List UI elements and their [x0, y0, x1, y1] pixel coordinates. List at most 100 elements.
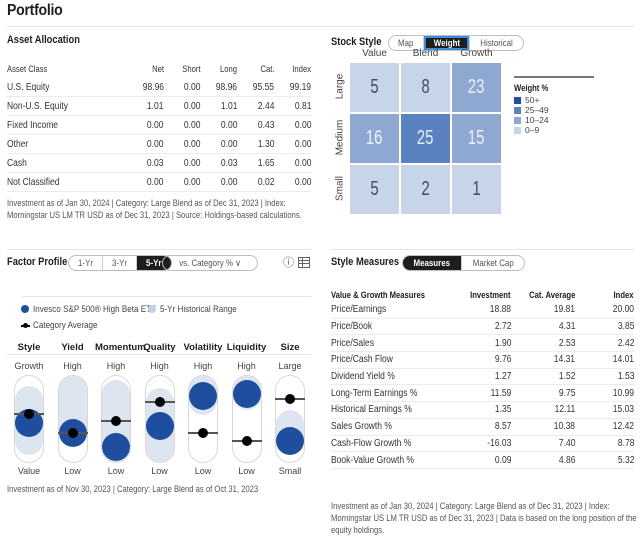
- value-cell: 1.35: [494, 404, 511, 416]
- legend-item: 25–49: [514, 105, 594, 115]
- factor-capsule: [14, 375, 44, 463]
- legend-item: 10–24: [514, 115, 594, 125]
- table-row: Other 0.00 0.00 0.00 1.30 0.00: [7, 135, 311, 154]
- factor-name: Yield: [61, 342, 84, 353]
- tab-3yr[interactable]: 3-Yr: [103, 256, 138, 270]
- value-cell: 12.42: [612, 421, 634, 433]
- value-cell: 8.78: [617, 437, 634, 449]
- tab-1yr[interactable]: 1-Yr: [69, 256, 104, 270]
- value-cell: 0.00: [294, 138, 311, 150]
- value-cell: 0.03: [147, 157, 164, 169]
- style-box-cell: 5: [350, 63, 399, 112]
- info-icon[interactable]: ⓘ: [283, 254, 294, 270]
- factor-name: Liquidity: [226, 342, 267, 353]
- value-cell: 11.59: [490, 387, 511, 399]
- style-row-label: Medium: [334, 119, 346, 155]
- category-average-marker: [67, 427, 78, 438]
- column-header: Investment: [470, 290, 511, 300]
- value-cell: 98.96: [142, 81, 164, 93]
- value-cell: 7.40: [558, 437, 575, 449]
- range-legend-label: 5-Yr Historical Range: [160, 304, 237, 315]
- table-row: Historical Earnings % 1.35 12.11 15.03: [331, 402, 634, 419]
- asset-class-cell: Non-U.S. Equity: [7, 100, 68, 112]
- factor-low-label: Low: [238, 466, 255, 476]
- value-cell: 0.00: [147, 138, 164, 150]
- value-cell: 0.00: [220, 119, 238, 131]
- legend-label: 50+: [525, 95, 540, 105]
- style-box-cell: 5: [350, 165, 399, 214]
- comparison-select[interactable]: vs. Category % ∨: [162, 255, 259, 271]
- table-row: Price/Cash Flow 9.76 14.31 14.01: [331, 352, 634, 369]
- factor-low-label: Low: [194, 466, 212, 476]
- column-header: Short: [182, 64, 201, 74]
- style-box-cell: 8: [401, 63, 450, 112]
- table-row: Cash 0.03 0.00 0.03 1.65 0.00: [7, 154, 311, 173]
- category-average-marker: [198, 427, 208, 438]
- measure-name-cell: Price/Book: [331, 321, 373, 333]
- weight-value: 16: [366, 127, 383, 149]
- value-cell: 9.75: [558, 387, 575, 399]
- table-row: Fixed Income 0.00 0.00 0.00 0.43 0.00: [7, 116, 311, 135]
- style-box-cell: 15: [452, 114, 501, 163]
- value-cell: 0.00: [294, 176, 311, 188]
- measure-name-cell: Price/Sales: [331, 337, 374, 349]
- measure-name-cell: Price/Cash Flow: [331, 354, 393, 366]
- value-cell: 0.00: [220, 138, 238, 150]
- legend-title: Weight %: [514, 83, 549, 93]
- table-row: Long-Term Earnings % 11.59 9.75 10.99: [331, 385, 634, 403]
- value-cell: 15.03: [612, 404, 634, 416]
- fund-legend-icon: [21, 305, 29, 313]
- divider: [7, 249, 311, 250]
- value-cell: 0.09: [494, 454, 511, 466]
- category-average-marker: [154, 396, 165, 407]
- category-average-marker: [24, 408, 34, 419]
- tab-market-cap[interactable]: Market Cap: [462, 256, 525, 270]
- value-cell: 0.00: [184, 157, 201, 169]
- factor-high-label: High: [193, 361, 213, 371]
- legend-swatch: [514, 96, 521, 104]
- style-column-label: Blend: [412, 48, 439, 59]
- column-header: Index: [292, 64, 311, 74]
- fund-legend-label: Invesco S&P 500® High Beta ETF: [33, 304, 156, 315]
- value-cell: 95.55: [252, 81, 275, 93]
- value-cell: 9.76: [494, 354, 511, 366]
- table-row: Price/Sales 1.90 2.53 2.42: [331, 335, 634, 353]
- value-cell: 3.85: [617, 321, 634, 333]
- value-cell: 0.00: [294, 119, 311, 131]
- style-measures-tabs: Measures Market Cap: [402, 255, 526, 271]
- category-average-marker: [241, 436, 252, 447]
- value-cell: 0.00: [294, 157, 311, 169]
- value-cell: 10.38: [553, 421, 575, 433]
- legend-swatch: [514, 126, 521, 134]
- weight-value: 23: [468, 76, 485, 98]
- table-row: Price/Earnings 18.88 19.81 20.00: [331, 302, 634, 319]
- factor-capsule: [57, 375, 88, 463]
- column-header: Value & Growth Measures: [331, 290, 425, 300]
- weight-value: 1: [472, 178, 481, 200]
- value-cell: 2.72: [494, 321, 511, 333]
- style-column-label: Growth: [460, 48, 493, 59]
- table-view-icon[interactable]: [298, 257, 310, 268]
- category-legend-label: Category Average: [33, 320, 98, 331]
- value-cell: 0.00: [184, 176, 201, 188]
- tab-measures[interactable]: Measures: [403, 256, 462, 270]
- style-column-label: Value: [362, 48, 387, 59]
- value-cell: 0.81: [294, 100, 311, 112]
- table-header: Value & Growth Measures Investment Cat. …: [331, 288, 634, 302]
- factor-capsule: [231, 375, 262, 463]
- legend-label: 25–49: [525, 105, 549, 115]
- value-cell: 1.30: [257, 138, 275, 150]
- weight-value: 5: [370, 76, 379, 98]
- style-measures-note-1: Investment as of Jan 30, 2024 | Category…: [331, 501, 610, 511]
- style-row-label: Small: [334, 175, 346, 201]
- value-cell: 19.81: [553, 304, 575, 316]
- value-cell: 0.43: [257, 119, 275, 131]
- fund-marker: [276, 427, 304, 456]
- factor-name: Size: [280, 342, 300, 353]
- weight-value: 2: [421, 178, 430, 200]
- value-cell: 1.01: [220, 100, 238, 112]
- style-box-cell: 23: [452, 63, 501, 112]
- value-cell: 18.88: [489, 304, 511, 316]
- value-cell: 1.01: [147, 100, 164, 112]
- legend-swatch: [514, 116, 521, 124]
